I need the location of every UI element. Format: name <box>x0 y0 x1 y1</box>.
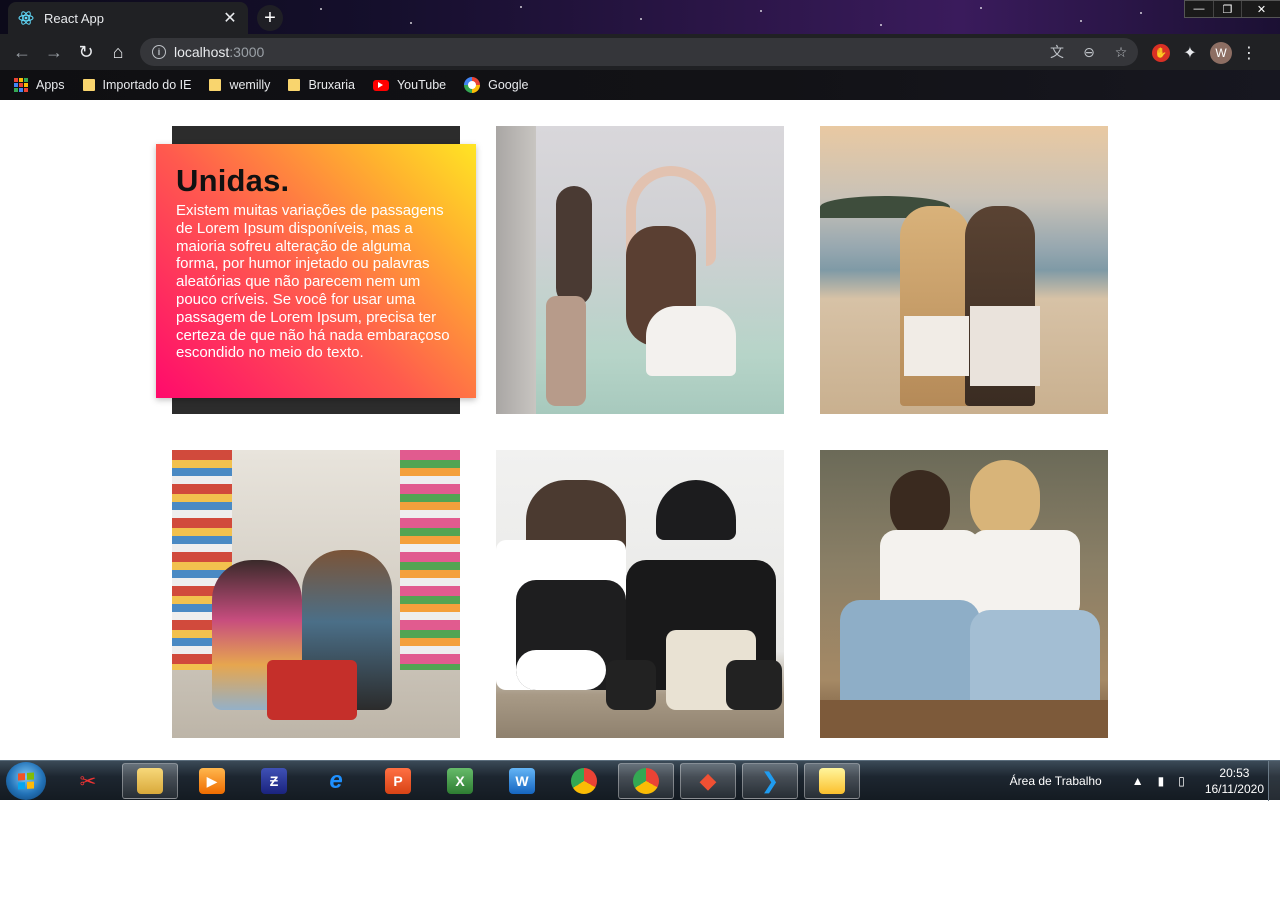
home-icon[interactable]: ⌂ <box>108 42 128 62</box>
photo-friends-sneakers[interactable] <box>496 450 784 738</box>
taskbar-chrome[interactable] <box>556 763 612 799</box>
folder-icon <box>209 79 222 91</box>
browser-toolbar: ← → ↻ ⌂ i localhost:3000 文 ⊖ ☆ ✋ ✦ W ⋮ <box>0 34 1280 70</box>
photo-friends-levis[interactable] <box>820 450 1108 738</box>
restore-button[interactable]: ❐ <box>1213 1 1241 17</box>
bookmark-apps[interactable]: Apps <box>14 78 65 92</box>
taskbar-chrome-profile[interactable] <box>618 763 674 799</box>
sticky-notes-icon <box>819 768 845 794</box>
vscode-icon: ❯ <box>760 768 780 793</box>
windows-logo-icon <box>18 772 34 790</box>
text-card: Unidas. Existem muitas variações de pass… <box>156 144 476 398</box>
excel-icon: X <box>447 768 473 794</box>
system-tray: Área de Trabalho ▲ ▮ ▯ 20:53 16/11/2020 <box>1010 761 1264 801</box>
bookmark-label: Importado do IE <box>102 78 192 92</box>
zoom-icon[interactable]: ⊖ <box>1080 43 1098 61</box>
menu-dots-icon[interactable]: ⋮ <box>1241 43 1257 63</box>
bookmark-label: Bruxaria <box>308 78 355 92</box>
taskbar-explorer[interactable] <box>122 763 178 799</box>
git-icon: ◆ <box>699 768 717 793</box>
extension-hand-icon[interactable]: ✋ <box>1152 44 1170 62</box>
chrome-profile-icon <box>633 768 659 794</box>
url-port: :3000 <box>229 44 265 60</box>
taskbar-snipping-tool[interactable]: ✂ <box>60 763 116 799</box>
page-content: Unidas. Existem muitas variações de pass… <box>0 100 1280 760</box>
info-icon[interactable]: i <box>152 45 166 59</box>
app-icon: Ƶ <box>261 768 287 794</box>
tab-close-icon[interactable]: ✕ <box>222 10 238 27</box>
bookmark-youtube[interactable]: YouTube <box>372 78 447 92</box>
powerpoint-icon: P <box>385 768 411 794</box>
windows-taskbar: ✂ ▶ Ƶ e P X W ◆ ❯ Área de Trabalho ▲ ▮ ▯… <box>0 760 1280 801</box>
folder-icon <box>137 768 163 794</box>
google-icon <box>464 77 481 93</box>
back-icon[interactable]: ← <box>12 42 32 62</box>
bookmark-google[interactable]: Google <box>464 77 528 93</box>
bookmark-label: Google <box>488 78 529 92</box>
address-bar[interactable]: i localhost:3000 文 ⊖ ☆ <box>140 38 1138 66</box>
bookmark-star-icon[interactable]: ☆ <box>1112 43 1130 61</box>
extensions-puzzle-icon[interactable]: ✦ <box>1180 43 1200 63</box>
scissors-icon: ✂ <box>79 770 97 793</box>
internet-explorer-icon: e <box>329 767 343 794</box>
bookmark-bruxaria[interactable]: Bruxaria <box>288 78 355 92</box>
window-controls: — ❐ ✕ <box>1184 0 1280 18</box>
bookmark-label: YouTube <box>396 78 447 92</box>
translate-icon[interactable]: 文 <box>1048 43 1066 61</box>
tab-react-app[interactable]: React App ✕ <box>8 2 248 34</box>
new-tab-button[interactable]: + <box>257 5 283 31</box>
taskbar-git[interactable]: ◆ <box>680 763 736 799</box>
reload-icon[interactable]: ↻ <box>76 42 96 62</box>
forward-icon[interactable]: → <box>44 42 64 62</box>
taskbar-internet-explorer[interactable]: e <box>308 763 364 799</box>
url-host: localhost <box>174 44 230 60</box>
photo-friends-supermarket[interactable] <box>172 450 460 738</box>
card-text: Existem muitas variações de passagens de… <box>176 202 450 362</box>
clock-date: 16/11/2020 <box>1204 782 1264 796</box>
chrome-icon <box>571 768 597 794</box>
network-icon[interactable]: ▮ <box>1158 774 1165 788</box>
close-window-button[interactable]: ✕ <box>1241 1 1280 17</box>
start-button[interactable] <box>6 762 46 800</box>
tray-expand-icon[interactable]: ▲ <box>1132 774 1144 788</box>
desktop-toolbar-label[interactable]: Área de Trabalho <box>1010 774 1102 788</box>
taskbar-excel[interactable]: X <box>432 763 488 799</box>
taskbar-app-blue[interactable]: Ƶ <box>246 763 302 799</box>
play-icon: ▶ <box>199 768 225 794</box>
folder-icon <box>82 79 95 91</box>
taskbar-media-player[interactable]: ▶ <box>184 763 240 799</box>
bookmark-wemilly[interactable]: wemilly <box>209 78 270 92</box>
card-title: Unidas. <box>176 163 290 198</box>
taskbar-powerpoint[interactable]: P <box>370 763 426 799</box>
photo-friends-hands-arch[interactable] <box>496 126 784 414</box>
youtube-icon <box>372 79 389 91</box>
bookmark-label: Apps <box>36 78 65 92</box>
minimize-button[interactable]: — <box>1185 1 1213 17</box>
react-icon <box>18 11 34 25</box>
show-desktop-button[interactable] <box>1268 761 1280 801</box>
photo-friends-beach-heart[interactable] <box>820 126 1108 414</box>
tab-title: React App <box>44 10 104 26</box>
browser-titlebar: React App ✕ + — ❐ ✕ <box>0 0 1280 34</box>
bookmark-label: wemilly <box>229 78 271 92</box>
avatar[interactable]: W <box>1210 42 1232 64</box>
bookmarks-bar: Apps Importado do IE wemilly Bruxaria Yo… <box>0 70 1280 100</box>
taskbar-sticky-notes[interactable] <box>804 763 860 799</box>
bookmark-importado-do-ie[interactable]: Importado do IE <box>82 78 192 92</box>
taskbar-word[interactable]: W <box>494 763 550 799</box>
battery-icon[interactable]: ▯ <box>1178 774 1185 788</box>
clock[interactable]: 20:53 16/11/2020 <box>1205 765 1264 797</box>
taskbar-vscode[interactable]: ❯ <box>742 763 798 799</box>
apps-grid-icon <box>14 78 28 92</box>
clock-time: 20:53 <box>1219 766 1250 780</box>
word-icon: W <box>509 768 535 794</box>
folder-icon <box>288 79 301 91</box>
